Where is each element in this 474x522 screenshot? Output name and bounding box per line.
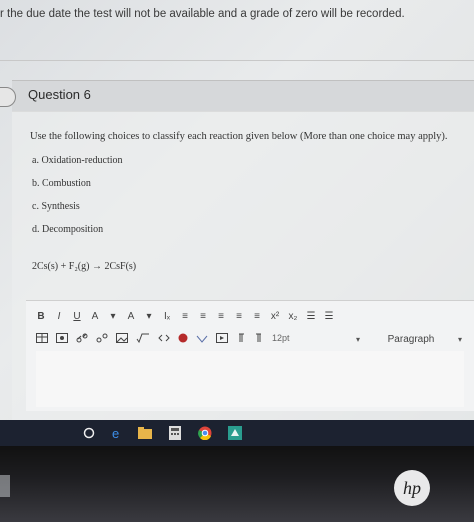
superscript-button[interactable]: x² bbox=[270, 309, 280, 323]
divider bbox=[0, 60, 474, 61]
bezel-reflection bbox=[0, 475, 10, 497]
svg-text:e: e bbox=[112, 426, 119, 440]
table-icon[interactable] bbox=[36, 331, 48, 345]
due-date-notice: r the due date the test will not be avai… bbox=[0, 8, 405, 20]
text-color-dropdown[interactable]: ▾ bbox=[108, 309, 118, 323]
text-color-button[interactable]: A bbox=[90, 309, 100, 323]
calculator-icon[interactable] bbox=[166, 424, 184, 442]
chevron-down-icon: ▾ bbox=[457, 334, 462, 344]
cloud-icon[interactable] bbox=[196, 331, 208, 345]
choice-b: b. Combustion bbox=[32, 178, 91, 189]
taskbar: e bbox=[0, 420, 474, 446]
numbered-list-button[interactable]: ☰ bbox=[324, 309, 334, 323]
question-header: Question 6 bbox=[0, 80, 474, 112]
video-icon[interactable] bbox=[216, 331, 228, 345]
font-size-select[interactable]: 12pt bbox=[272, 331, 290, 345]
equation-icon[interactable] bbox=[136, 331, 150, 345]
question-marker-icon bbox=[0, 87, 16, 107]
media-icon[interactable] bbox=[56, 331, 68, 345]
edge-icon[interactable]: e bbox=[108, 424, 126, 442]
hp-logo: hp bbox=[394, 470, 430, 506]
answer-text-area[interactable] bbox=[36, 351, 464, 407]
choice-a: a. Oxidation-reduction bbox=[32, 155, 123, 166]
underline-button[interactable]: U bbox=[72, 309, 82, 323]
question-title: Question 6 bbox=[28, 87, 91, 102]
app-icon[interactable] bbox=[226, 424, 244, 442]
rtl-icon[interactable] bbox=[254, 331, 264, 345]
answer-editor: B I U A ▾ A ▾ Iₓ ≡ ≡ ≡ ≡ ≡ x² x₂ ☰ ☰ 12p… bbox=[26, 300, 474, 411]
choice-c: c. Synthesis bbox=[32, 201, 80, 212]
editor-toolbar-row-2: 12pt bbox=[36, 329, 290, 347]
italic-button[interactable]: I bbox=[54, 309, 64, 323]
reaction-equation: 2Cs(s) + F₂(g) → 2CsF(s) bbox=[32, 261, 137, 272]
align-left-button[interactable]: ≡ bbox=[180, 309, 190, 323]
file-explorer-icon[interactable] bbox=[136, 424, 154, 442]
bullet-list-button[interactable]: ☰ bbox=[306, 309, 316, 323]
highlight-dropdown[interactable]: ▾ bbox=[144, 309, 154, 323]
record-icon[interactable] bbox=[178, 331, 188, 345]
indent-button[interactable]: ≡ bbox=[252, 309, 262, 323]
cortana-circle-icon[interactable] bbox=[80, 424, 98, 442]
ltr-icon[interactable] bbox=[236, 331, 246, 345]
chrome-icon[interactable] bbox=[196, 424, 214, 442]
subscript-button[interactable]: x₂ bbox=[288, 309, 298, 323]
paragraph-caret-icon: ▾ bbox=[356, 334, 361, 344]
paragraph-label: Paragraph bbox=[387, 333, 435, 345]
choice-d: d. Decomposition bbox=[32, 224, 104, 235]
align-center-button[interactable]: ≡ bbox=[198, 309, 208, 323]
align-right-button[interactable]: ≡ bbox=[216, 309, 226, 323]
editor-toolbar-row-1: B I U A ▾ A ▾ Iₓ ≡ ≡ ≡ ≡ ≡ x² x₂ ☰ ☰ bbox=[36, 307, 334, 325]
unlink-icon[interactable] bbox=[96, 331, 108, 345]
question-prompt: Use the following choices to classify ea… bbox=[30, 131, 448, 142]
paragraph-select[interactable]: ▾ Paragraph ▾ bbox=[356, 331, 466, 347]
embed-icon[interactable] bbox=[158, 331, 170, 345]
exam-page: r the due date the test will not be avai… bbox=[0, 0, 474, 420]
clear-format-button[interactable]: Iₓ bbox=[162, 309, 172, 323]
highlight-button[interactable]: A bbox=[126, 309, 136, 323]
justify-button[interactable]: ≡ bbox=[234, 309, 244, 323]
image-icon[interactable] bbox=[116, 331, 128, 345]
link-icon[interactable] bbox=[76, 331, 88, 345]
bold-button[interactable]: B bbox=[36, 309, 46, 323]
